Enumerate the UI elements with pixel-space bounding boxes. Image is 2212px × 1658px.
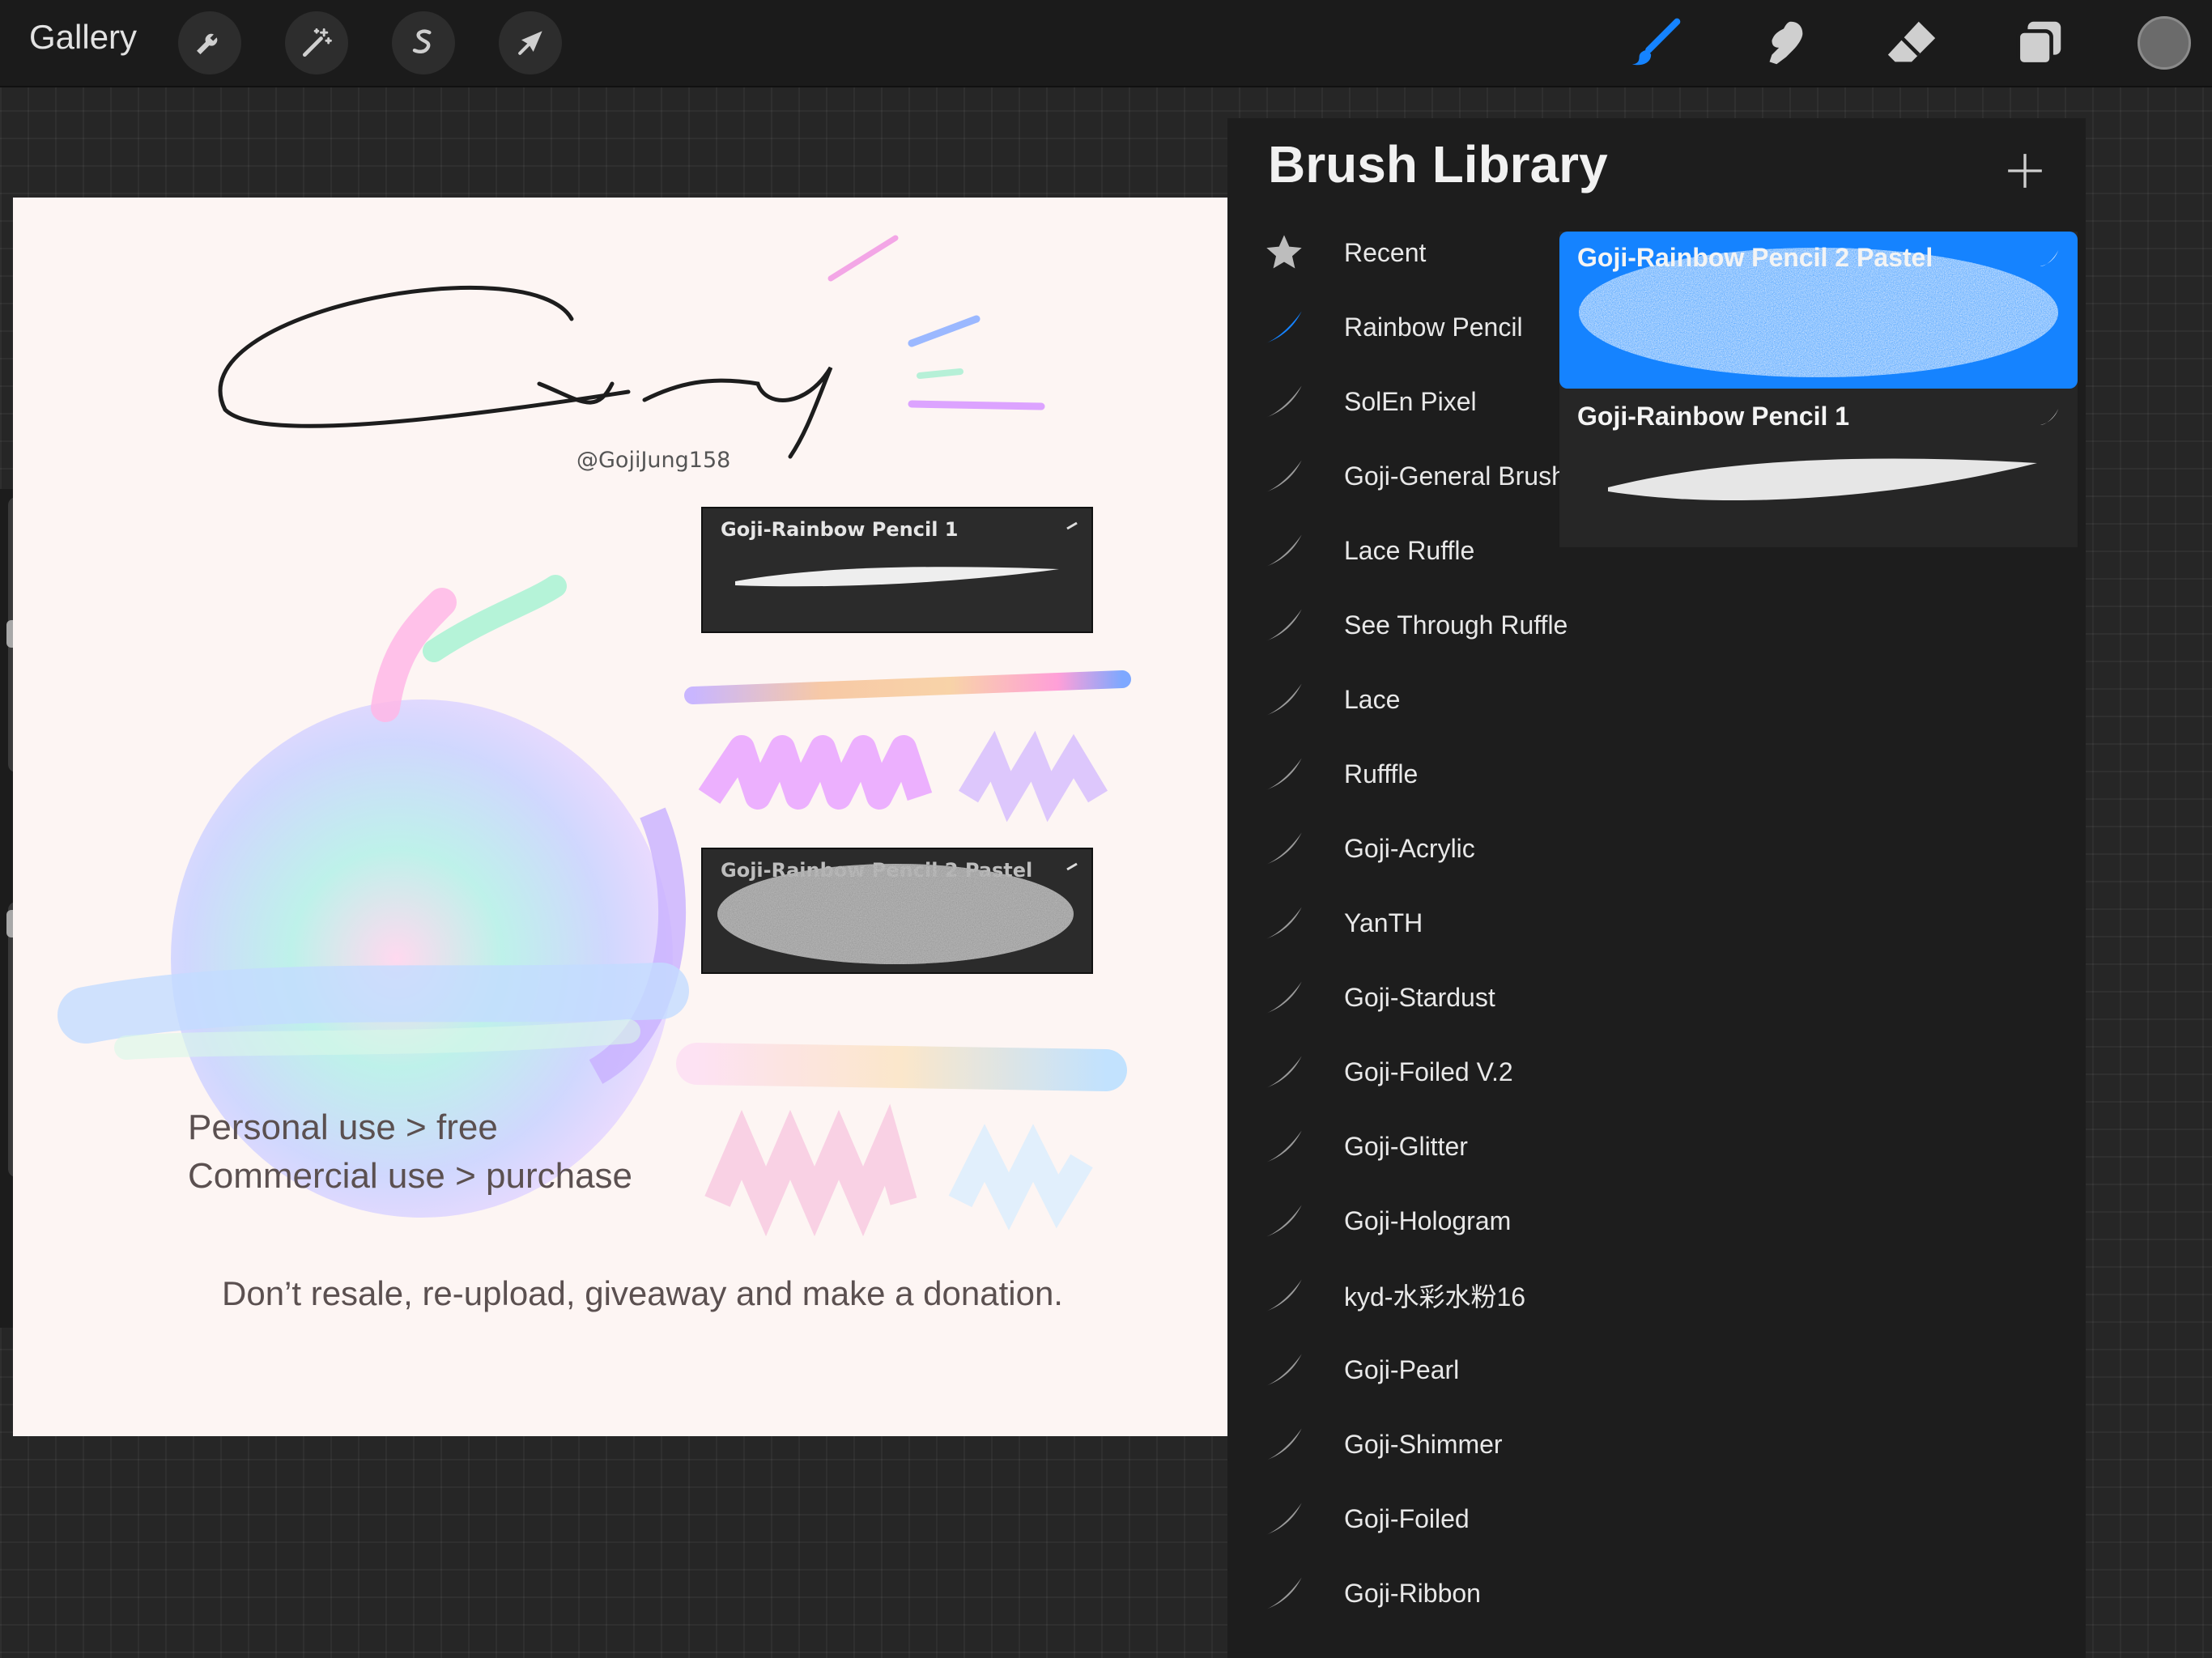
eraser-tool-button[interactable] [1882, 13, 1942, 73]
brush-name: Goji-Rainbow Pencil 1 [1577, 402, 1850, 431]
brush-set-item[interactable]: Rufffle [1227, 737, 1559, 811]
giveaway-signature [218, 285, 833, 459]
brush-set-label: Goji-Acrylic [1344, 833, 1475, 863]
brush-set-label: kyd-水彩水粉16 [1344, 1282, 1526, 1312]
brush-set-item[interactable]: Goji-Stardust [1227, 960, 1559, 1035]
layers-button[interactable] [2010, 13, 2069, 73]
magic-wand-icon [302, 28, 332, 57]
brush-stroke-icon [1266, 1279, 1302, 1312]
brush-stroke-icon [1266, 385, 1302, 418]
brush-set-item[interactable]: Lace Ruffle [1227, 513, 1559, 588]
brush-set-item[interactable]: Rainbow Pencil [1227, 290, 1559, 364]
brush-set-item[interactable]: Goji-General Brush [1227, 439, 1566, 513]
license-personal: Personal use > free [188, 1107, 498, 1147]
brush-item[interactable]: Goji-Rainbow Pencil 1 [1559, 390, 2078, 547]
brush-set-item[interactable]: SolEn Pixel [1227, 364, 1559, 439]
brush-set-label: Goji-Foiled [1344, 1503, 1470, 1533]
add-brush-icon[interactable] [2005, 151, 2045, 191]
brush-stroke-icon [1266, 758, 1302, 790]
brush-set-item[interactable]: Goji-Foiled [1227, 1482, 1559, 1556]
brush-set-label: Rufffle [1344, 759, 1419, 789]
brush-set-label: Goji-Foiled V.2 [1344, 1056, 1513, 1086]
brush-set-label: Goji-Hologram [1344, 1205, 1512, 1235]
brush-set-item[interactable]: YanTH [1227, 886, 1559, 960]
transform-button[interactable] [499, 11, 562, 74]
brush-set-label: Goji-Glitter [1344, 1131, 1468, 1161]
wrench-icon [197, 33, 218, 55]
brush-item[interactable]: Goji-Rainbow Pencil 2 Pastel [1559, 232, 2078, 389]
brush-preview-card-2: Goji-Rainbow Pencil 2 Pastel [701, 848, 1093, 974]
brush-set-item[interactable]: kyd-水彩水粉16 [1227, 1258, 1559, 1333]
smudge-tool-button[interactable] [1754, 13, 1814, 73]
brush-preview-card-1: Goji-Rainbow Pencil 1 [701, 507, 1093, 633]
brush-stroke-icon [1266, 683, 1302, 716]
brush-preview-stroke [717, 862, 1078, 964]
selection-s-icon [412, 29, 432, 53]
brush-stroke-icon [1266, 1577, 1302, 1609]
brush-set-label: YanTH [1344, 908, 1423, 937]
canvas-artwork [57, 235, 1131, 1237]
color-picker-button[interactable] [2138, 16, 2191, 70]
star-icon [1266, 235, 1302, 269]
panel-title: Brush Library [1268, 135, 1608, 193]
brush-stroke-icon [1266, 534, 1302, 567]
brush-stroke-icon [1266, 460, 1302, 492]
brush-set-label: Lace [1344, 684, 1401, 714]
brush-set-item[interactable]: Goji-Ribbon [1227, 1556, 1559, 1630]
paintbrush-icon [1631, 18, 1681, 66]
brush-stroke-icon [1266, 1503, 1302, 1535]
brush-set-item[interactable]: Goji-Glitter [1227, 1109, 1559, 1184]
actions-button[interactable] [178, 11, 241, 74]
artwork-canvas[interactable]: @GojiJung158 Goji-Rainbow Pencil 1 Goji-… [13, 198, 1227, 1436]
smudge-finger-icon [1769, 21, 1803, 65]
brush-stroke-icon [1266, 907, 1302, 939]
layers-icon [2016, 21, 2061, 66]
brush-tool-button[interactable] [1626, 13, 1686, 73]
gallery-button[interactable]: Gallery [29, 18, 137, 57]
brush-set-item[interactable]: Goji-Hologram [1227, 1184, 1559, 1258]
brush-set-item[interactable]: Goji-Pearl [1227, 1333, 1559, 1407]
brush-name: Goji-Rainbow Pencil 2 Pastel [1577, 243, 1933, 272]
brush-stroke-icon [1266, 1056, 1302, 1088]
brush-set-label: SolEn Pixel [1344, 386, 1477, 416]
brush-library-panel: Brush Library Recent Rainbow Pencil SolEn … [1227, 118, 2086, 1658]
brush-set-label: Goji-Stardust [1344, 982, 1495, 1012]
brush-stroke-icon [1266, 1205, 1302, 1237]
license-commercial: Commercial use > purchase [188, 1156, 633, 1196]
brush-set-label: Lace Ruffle [1344, 535, 1475, 565]
selection-button[interactable] [392, 11, 455, 74]
brush-set-label: See Through Ruffle [1344, 610, 1568, 640]
brush-stroke-icon [2040, 409, 2059, 425]
artist-handle: @GojiJung158 [576, 448, 731, 473]
brush-set-item[interactable]: Goji-Acrylic [1227, 811, 1559, 886]
brush-stroke-icon [1266, 832, 1302, 865]
brush-stroke-icon [1266, 981, 1302, 1014]
brush-stroke-icon [1266, 311, 1302, 343]
brush-set-item[interactable]: Lace [1227, 662, 1559, 737]
brush-set-label: Rainbow Pencil [1344, 312, 1523, 342]
brush-set-label: Goji-Shimmer [1344, 1429, 1503, 1459]
brush-set-label: Goji-General Brush [1344, 461, 1566, 491]
brush-set-item[interactable]: Recent [1227, 215, 1559, 290]
adjustments-button[interactable] [285, 11, 348, 74]
usage-notice: Don’t resale, re-upload, giveaway and ma… [222, 1274, 1063, 1312]
brush-stroke-icon [2040, 250, 2059, 266]
brush-set-label: Recent [1344, 237, 1427, 267]
brush-set-label: Goji-Pearl [1344, 1354, 1460, 1384]
cursor-arrow-icon [518, 31, 542, 55]
brush-set-label: Goji-Ribbon [1344, 1578, 1481, 1608]
brush-preview-stroke [735, 521, 1078, 587]
brush-stroke-icon [1266, 1354, 1302, 1386]
brush-set-item[interactable]: See Through Ruffle [1227, 588, 1568, 662]
brush-list: Goji-Rainbow Pencil 2 Pastel Goji-Rainbo… [1559, 232, 2078, 547]
top-toolbar: Gallery [0, 0, 2212, 87]
brush-stroke-icon [1266, 609, 1302, 641]
brush-stroke-icon [1266, 1130, 1302, 1163]
brush-stroke-icon [1266, 1428, 1302, 1460]
brush-set-item[interactable]: Goji-Foiled V.2 [1227, 1035, 1559, 1109]
brush-set-item[interactable]: Goji-Shimmer [1227, 1407, 1559, 1482]
eraser-icon [1887, 21, 1936, 62]
